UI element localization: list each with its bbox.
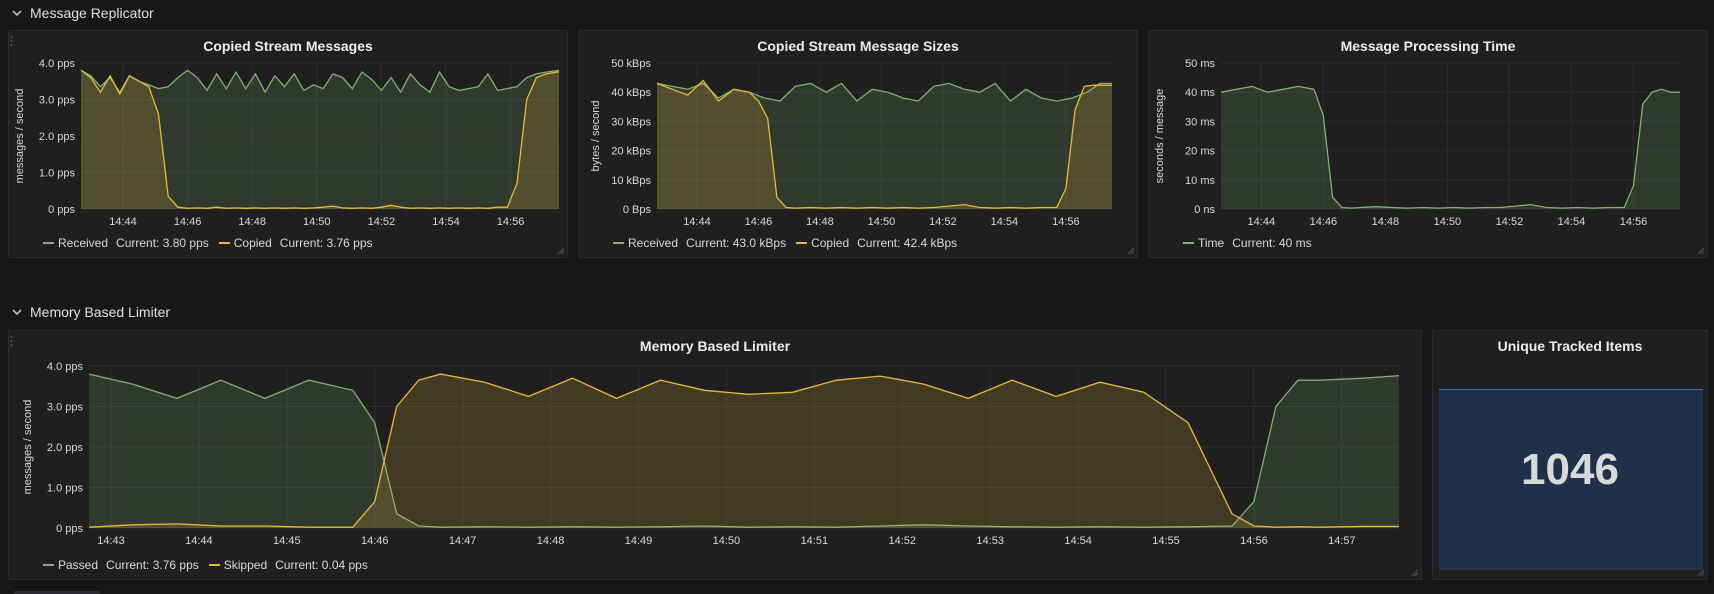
- resize-handle-icon[interactable]: [1697, 569, 1705, 577]
- y-tick-label: 50 ms: [1185, 58, 1215, 70]
- x-tick-label: 14:52: [929, 216, 957, 228]
- x-tick-label: 14:47: [449, 535, 477, 547]
- y-tick-label: 0 pps: [56, 523, 83, 535]
- x-tick-label: 14:50: [713, 535, 741, 547]
- y-tick-label: 4.0 pps: [47, 361, 84, 373]
- x-tick-label: 14:44: [683, 216, 711, 228]
- x-tick-label: 14:50: [868, 216, 896, 228]
- y-tick-label: 20 kBps: [611, 146, 651, 158]
- x-tick-label: 14:46: [174, 216, 202, 228]
- panel-copied-stream-messages: Copied Stream Messages 0 pps 1.0 pps 2.0 p…: [8, 30, 568, 258]
- x-tick-label: 14:53: [976, 535, 1004, 547]
- legend-item-received[interactable]: Received Current: 3.80 pps: [43, 236, 209, 250]
- y-tick-label: 50 kBps: [611, 58, 651, 70]
- chart-copied-stream-messages: 0 pps 1.0 pps 2.0 pps 3.0 pps 4.0 pps 14:44 14…: [14, 58, 560, 228]
- y-tick-label: 2.0 pps: [47, 442, 84, 454]
- y-tick-label: 3.0 pps: [39, 95, 76, 107]
- legend: Received Current: 3.80 pps Copied Current:…: [43, 236, 373, 250]
- panel-memory-based-limiter: Memory Based Limiter 0 pps 1.0 pps 2.0 pps…: [8, 330, 1422, 580]
- x-tick-label: 14:54: [991, 216, 1019, 228]
- x-tick-label: 14:49: [625, 535, 653, 547]
- x-tick-label: 14:57: [1328, 535, 1356, 547]
- y-tick-label: 20 ms: [1185, 146, 1215, 158]
- y-tick-label: 30 ms: [1185, 116, 1215, 128]
- legend-item-copied[interactable]: Copied Current: 3.76 pps: [218, 236, 373, 250]
- y-axis-label: seconds / message: [1154, 89, 1166, 184]
- panel-title[interactable]: Unique Tracked Items: [1433, 338, 1707, 354]
- x-tick-label: 14:44: [185, 535, 213, 547]
- legend-item-passed[interactable]: Passed Current: 3.76 pps: [43, 558, 199, 572]
- chart-memory-based-limiter: 0 pps 1.0 pps 2.0 pps 3.0 pps 4.0 pps 14:43 14…: [22, 361, 1400, 547]
- y-tick-label: 1.0 pps: [39, 168, 76, 180]
- legend-item-received[interactable]: Received Current: 43.0 kBps: [613, 236, 786, 250]
- y-tick-label: 2.0 pps: [39, 131, 76, 143]
- y-tick-label: 30 kBps: [611, 116, 651, 128]
- x-tick-label: 14:44: [1248, 216, 1276, 228]
- x-tick-label: 14:54: [432, 216, 460, 228]
- panel-message-processing-time: Message Processing Time 0 ns 10 ms 20 ms 30…: [1148, 30, 1708, 258]
- y-axis-label: messages / second: [14, 89, 26, 184]
- y-tick-label: 10 kBps: [611, 175, 651, 187]
- chart-message-processing-time: 0 ns 10 ms 20 ms 30 ms 40 ms 50 ms 14:44 14:46 1…: [1154, 58, 1680, 228]
- x-tick-label: 14:48: [537, 535, 565, 547]
- x-tick-label: 14:50: [303, 216, 331, 228]
- chevron-down-icon: [12, 309, 22, 316]
- resize-handle-icon[interactable]: [557, 247, 565, 255]
- resize-handle-icon[interactable]: [1411, 569, 1419, 577]
- row-title: Message Replicator: [30, 5, 154, 21]
- x-tick-label: 14:55: [1152, 535, 1180, 547]
- panel-unique-tracked-items: Unique Tracked Items 1046: [1432, 330, 1708, 580]
- legend-item-copied[interactable]: Copied Current: 42.4 kBps: [796, 236, 957, 250]
- y-tick-label: 3.0 pps: [47, 402, 84, 414]
- legend-item-time[interactable]: Time Current: 40 ms: [1183, 236, 1312, 250]
- row-title: Memory Based Limiter: [30, 304, 171, 320]
- x-tick-label: 14:51: [801, 535, 829, 547]
- x-tick-label: 14:54: [1064, 535, 1092, 547]
- x-tick-label: 14:44: [109, 216, 137, 228]
- panel-copied-stream-message-sizes: Copied Stream Message Sizes 0 Bps 10 kBps…: [578, 30, 1138, 258]
- x-tick-label: 14:46: [745, 216, 773, 228]
- y-tick-label: 1.0 pps: [47, 483, 84, 495]
- y-tick-label: 4.0 pps: [39, 58, 76, 70]
- y-axis-label: messages / second: [22, 400, 34, 495]
- y-tick-label: 0 ns: [1194, 204, 1215, 216]
- y-tick-label: 40 kBps: [611, 87, 651, 99]
- legend: Passed Current: 3.76 pps Skipped Current: …: [43, 558, 368, 572]
- row-toggle-message-replicator[interactable]: Message Replicator: [10, 5, 154, 21]
- x-tick-label: 14:48: [806, 216, 834, 228]
- chart-copied-stream-message-sizes: 0 Bps 10 kBps 20 kBps 30 kBps 40 kBps 50 kBps…: [590, 58, 1112, 228]
- x-tick-label: 14:52: [888, 535, 916, 547]
- x-tick-label: 14:46: [361, 535, 389, 547]
- y-tick-label: 0 Bps: [623, 204, 652, 216]
- resize-handle-icon[interactable]: [1697, 247, 1705, 255]
- y-tick-label: 40 ms: [1185, 87, 1215, 99]
- x-tick-label: 14:54: [1558, 216, 1586, 228]
- y-axis-label: bytes / second: [590, 101, 602, 172]
- x-tick-label: 14:52: [1496, 216, 1524, 228]
- x-tick-label: 14:46: [1310, 216, 1338, 228]
- stat-value: 1046: [1521, 445, 1619, 494]
- series-area-time: [1221, 86, 1680, 209]
- x-tick-label: 14:45: [273, 535, 301, 547]
- x-tick-label: 14:56: [497, 216, 525, 228]
- x-tick-label: 14:48: [1372, 216, 1400, 228]
- legend: Received Current: 43.0 kBps Copied Current…: [613, 236, 957, 250]
- x-tick-label: 14:56: [1052, 216, 1080, 228]
- legend: Time Current: 40 ms: [1183, 236, 1312, 250]
- x-tick-label: 14:52: [368, 216, 396, 228]
- x-tick-label: 14:56: [1240, 535, 1268, 547]
- y-tick-label: 0 pps: [48, 204, 75, 216]
- chevron-down-icon: [12, 10, 22, 17]
- x-tick-label: 14:56: [1620, 216, 1648, 228]
- y-tick-label: 10 ms: [1185, 175, 1215, 187]
- x-tick-label: 14:48: [238, 216, 266, 228]
- resize-handle-icon[interactable]: [1127, 247, 1135, 255]
- x-tick-label: 14:50: [1434, 216, 1462, 228]
- x-tick-label: 14:43: [97, 535, 125, 547]
- row-toggle-memory-based-limiter[interactable]: Memory Based Limiter: [10, 304, 170, 320]
- legend-item-skipped[interactable]: Skipped Current: 0.04 pps: [208, 558, 368, 572]
